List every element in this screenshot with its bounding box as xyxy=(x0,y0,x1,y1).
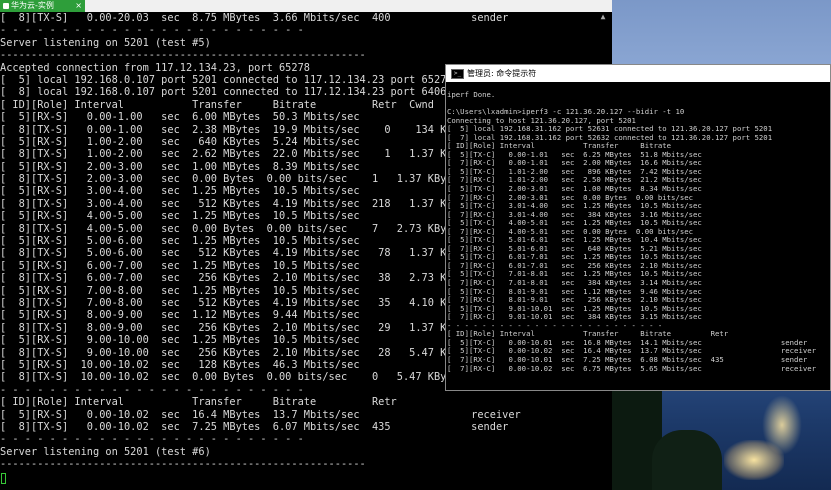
terminal-line: Server listening on 5201 (test #5) xyxy=(0,36,211,49)
terminal-line: [ 5][RX-S] 0.00-10.02 sec 16.4 MBytes 13… xyxy=(0,408,521,421)
wallpaper-sunset xyxy=(724,440,784,480)
cmd-output: iperf Done. C:\Users\lxadmin>iperf3 -c 12… xyxy=(447,90,831,373)
session-tab[interactable]: 华为云-实例 × xyxy=(0,0,85,12)
window-titlebar[interactable]: >_ 管理员: 命令提示符 xyxy=(446,65,830,82)
command-prompt-window[interactable]: >_ 管理员: 命令提示符 iperf Done. C:\Users\lxadmin… xyxy=(445,64,831,391)
terminal-line: [ 7][RX-C] 0.00-10.02 sec 6.75 MBytes 5.… xyxy=(447,363,817,373)
terminal-icon xyxy=(3,2,9,9)
terminal-line: ----------------------------------------… xyxy=(0,458,366,471)
terminal-cursor xyxy=(1,473,6,484)
close-icon[interactable]: × xyxy=(75,0,82,12)
window-title: 管理员: 命令提示符 xyxy=(467,69,537,78)
terminal-line: - - - - - - - - - - - - - - - - - - - - … xyxy=(0,433,304,446)
terminal-line: iperf Done. xyxy=(447,90,496,99)
session-tab-label: 华为云-实例 xyxy=(11,1,54,10)
terminal-line: [ ID][Role] Interval Transfer Bitrate Re… xyxy=(0,396,397,409)
wallpaper-tree xyxy=(652,430,722,490)
terminal-line: Server listening on 5201 (test #6) xyxy=(0,445,211,458)
terminal-line: ----------------------------------------… xyxy=(0,49,366,62)
terminal-line: [ 8][TX-S] 0.00-10.02 sec 7.25 MBytes 6.… xyxy=(0,420,509,433)
cmd-icon: >_ xyxy=(451,68,464,79)
terminal-line: [ 8][TX-S] 0.00-20.03 sec 8.75 MBytes 3.… xyxy=(0,12,509,24)
terminal-line: - - - - - - - - - - - - - - - - - - - - … xyxy=(0,24,304,37)
tab-bar xyxy=(85,0,612,12)
